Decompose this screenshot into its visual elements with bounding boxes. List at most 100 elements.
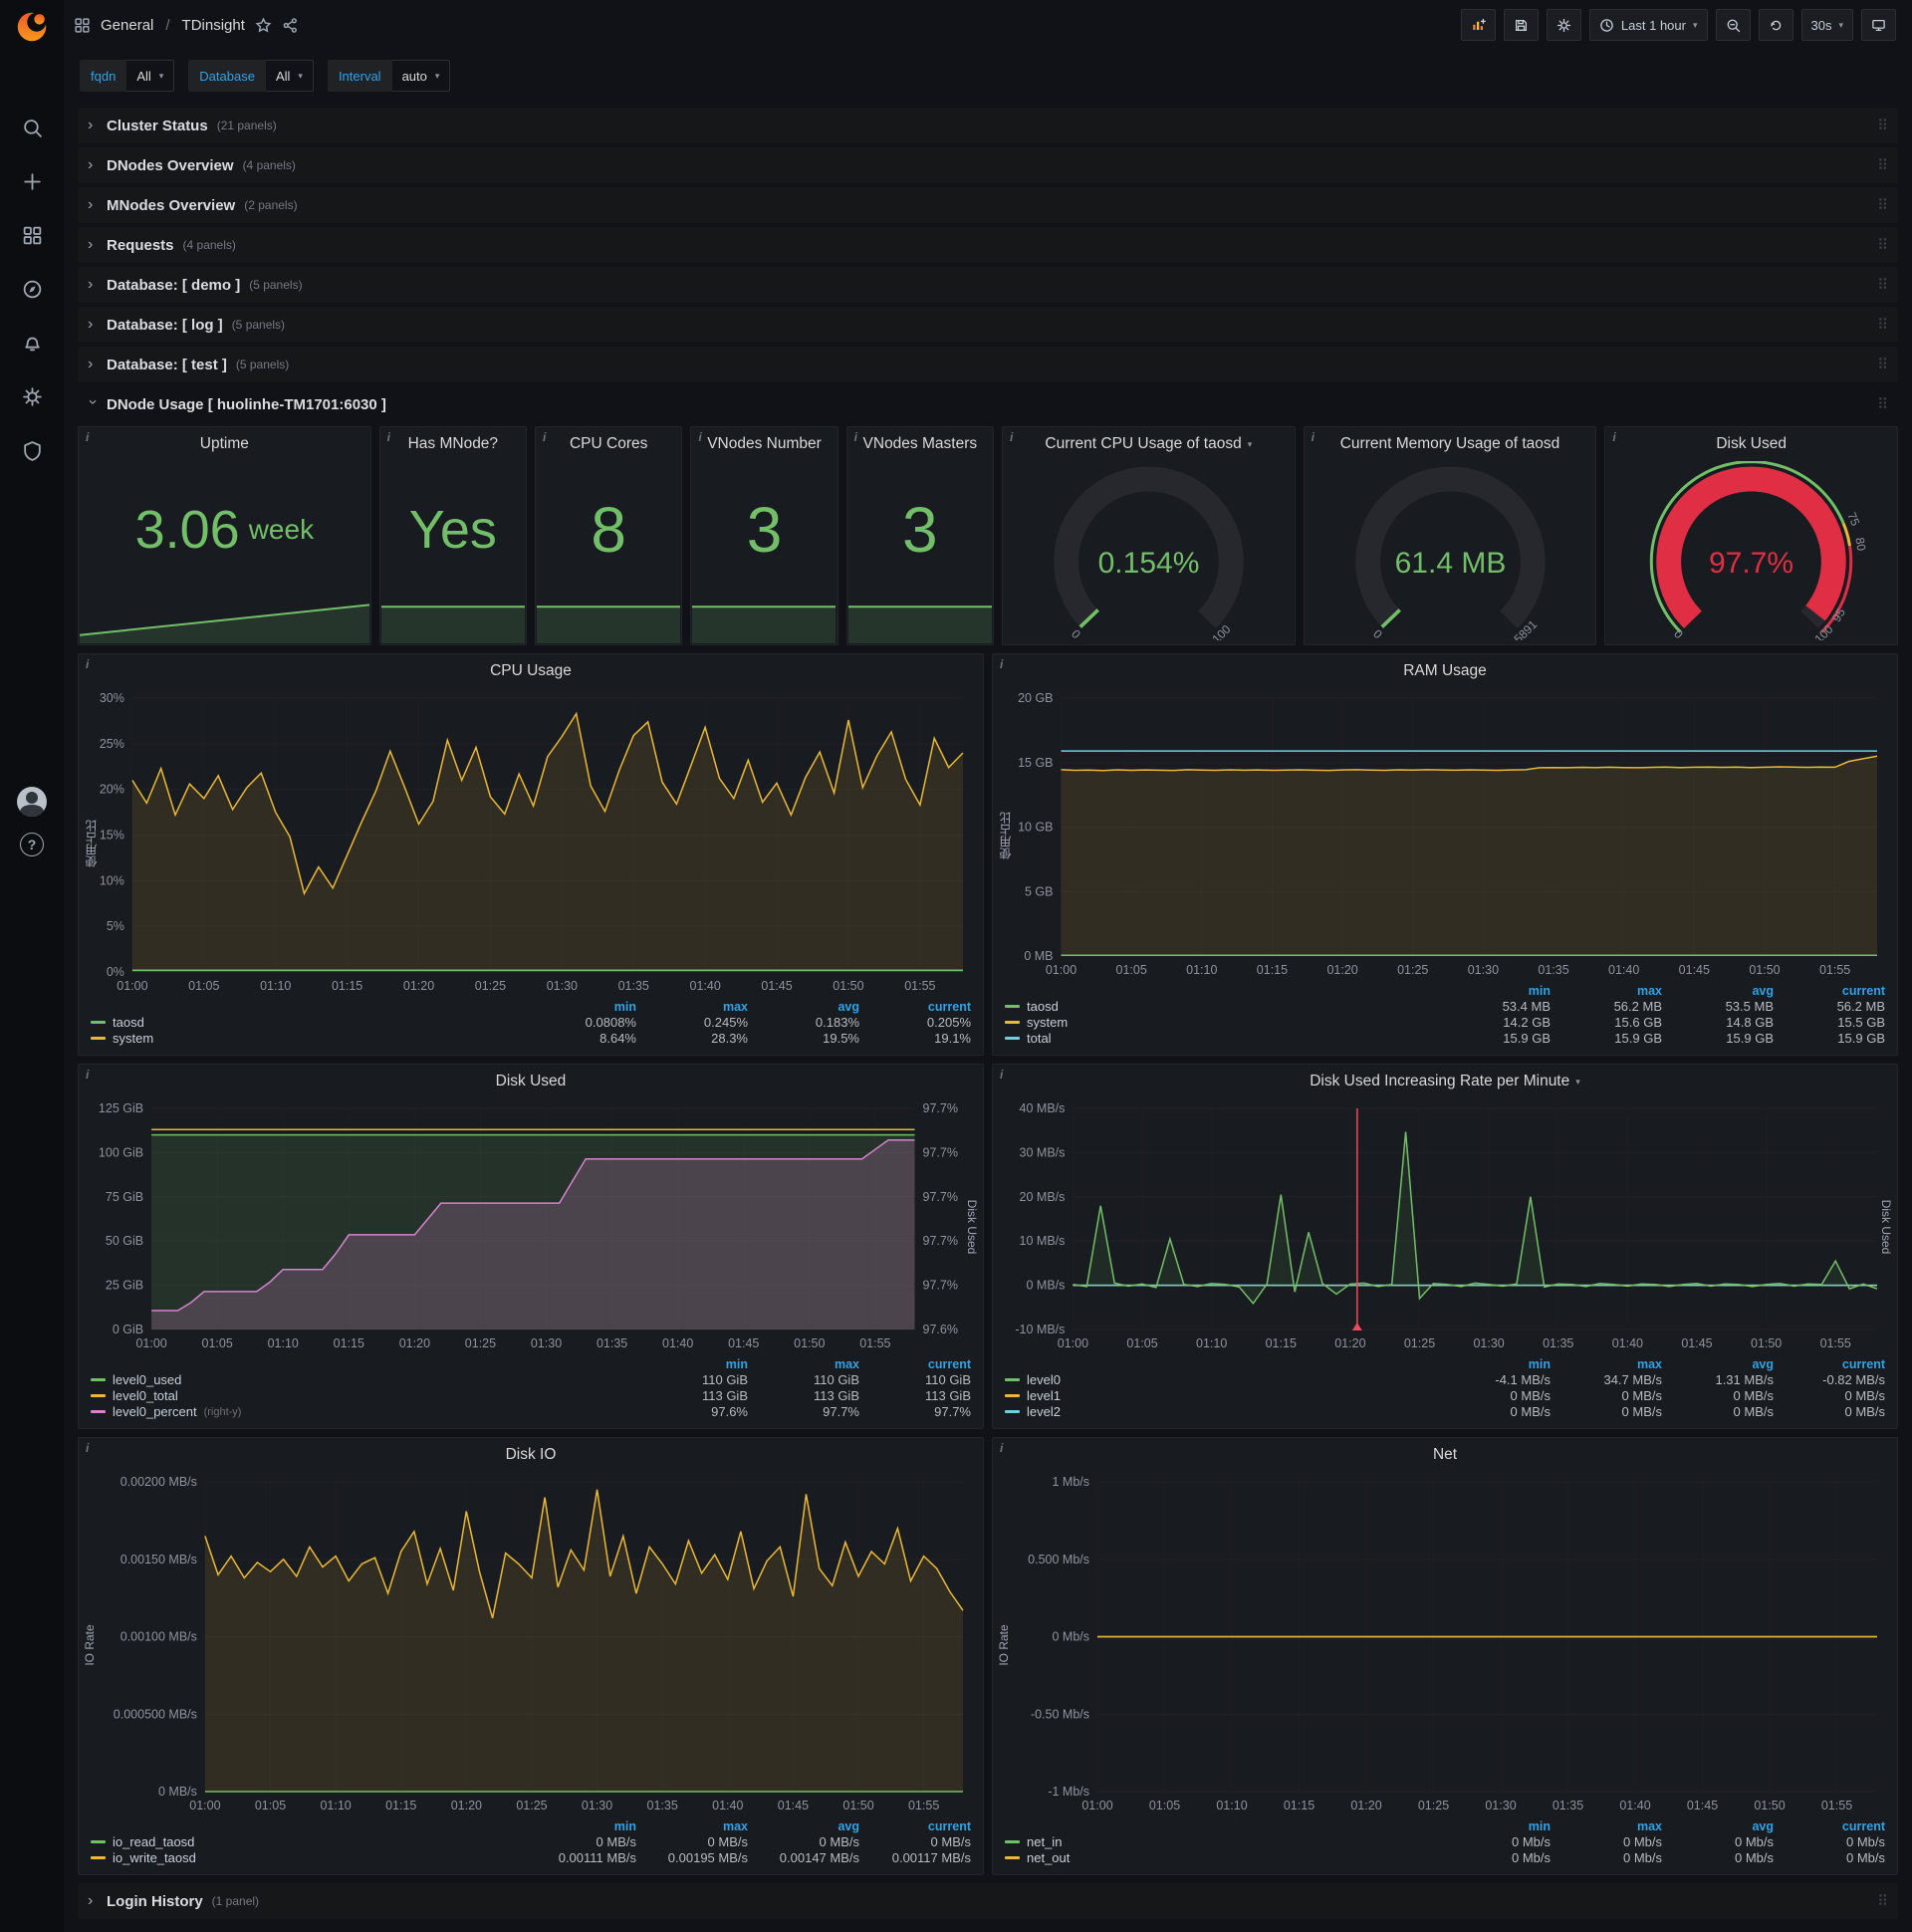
panel-header[interactable]: i RAM Usage	[993, 654, 1897, 688]
refresh-interval-button[interactable]: 30s ▾	[1800, 9, 1853, 41]
chart-canvas[interactable]: 01:00 01:05 01:10 01:15 01:20 01:25 01:30 01:35…	[83, 1098, 979, 1355]
time-range-picker[interactable]: Last 1 hour ▾	[1588, 9, 1708, 41]
row-drag-handle[interactable]: ⠿	[1877, 236, 1888, 254]
panel-header[interactable]: i Disk IO	[79, 1438, 983, 1472]
legend-series[interactable]: net_in	[1005, 1834, 1439, 1849]
row-drag-handle[interactable]: ⠿	[1877, 1892, 1888, 1910]
grafana-logo[interactable]	[0, 0, 64, 52]
legend-col-header[interactable]: avg	[748, 1000, 859, 1014]
legend-col-header[interactable]: max	[636, 1000, 748, 1014]
panel-header[interactable]: i Net	[993, 1438, 1897, 1472]
chart-canvas[interactable]: 01:00 01:05 01:10 01:15 01:20 01:25 01:30 01:35…	[997, 688, 1893, 982]
row-chevron-icon[interactable]: ›	[88, 276, 98, 294]
legend-series[interactable]: total	[1005, 1031, 1439, 1046]
panel-info-icon[interactable]: i	[854, 430, 857, 444]
dashboard-row[interactable]: › Database: [ demo ] (5 panels) ⠿	[78, 267, 1898, 303]
legend-col-header[interactable]: current	[1774, 984, 1885, 998]
panel-header[interactable]: i Current CPU Usage of taosd ▾	[1003, 427, 1295, 461]
create-plus-icon[interactable]	[10, 161, 54, 201]
legend-col-header[interactable]: current	[859, 1357, 971, 1371]
legend-col-header[interactable]: min	[525, 1000, 636, 1014]
explore-compass-icon[interactable]	[10, 269, 54, 309]
panel-info-icon[interactable]: i	[698, 430, 701, 444]
legend-series[interactable]: level0_total	[91, 1388, 636, 1403]
legend-col-header[interactable]: min	[525, 1819, 636, 1833]
legend-series[interactable]: taosd	[91, 1015, 525, 1030]
legend-col-header[interactable]: max	[1551, 1357, 1662, 1371]
panel-header[interactable]: i VNodes Masters	[847, 427, 993, 461]
legend-col-header[interactable]: min	[1439, 1357, 1551, 1371]
dashboard-row[interactable]: › Login History (1 panel) ⠿	[78, 1883, 1898, 1919]
legend-col-header[interactable]: avg	[748, 1819, 859, 1833]
legend-col-header[interactable]: avg	[1662, 984, 1774, 998]
variable-value-dropdown[interactable]: All ▾	[126, 60, 175, 92]
legend-series[interactable]: io_write_taosd	[91, 1850, 525, 1865]
legend-col-header[interactable]: current	[859, 1819, 971, 1833]
panel-header[interactable]: i Current Memory Usage of taosd	[1305, 427, 1596, 461]
panel-info-icon[interactable]: i	[1612, 430, 1615, 444]
variable-value-dropdown[interactable]: auto ▾	[391, 60, 451, 92]
panel-header[interactable]: i Disk Used Increasing Rate per Minute ▾	[993, 1065, 1897, 1098]
panel-info-icon[interactable]: i	[86, 657, 89, 671]
row-chevron-icon[interactable]: ›	[84, 399, 102, 409]
security-shield-icon[interactable]	[10, 430, 54, 470]
panel-info-icon[interactable]: i	[1000, 657, 1003, 671]
configuration-gear-icon[interactable]	[10, 376, 54, 416]
row-drag-handle[interactable]: ⠿	[1877, 395, 1888, 413]
panel-info-icon[interactable]: i	[1010, 430, 1013, 444]
legend-col-header[interactable]: min	[1439, 1819, 1551, 1833]
breadcrumb-page[interactable]: TDinsight	[182, 17, 245, 34]
panel-info-icon[interactable]: i	[387, 430, 390, 444]
legend-series[interactable]: system	[91, 1031, 525, 1046]
dashboard-row[interactable]: › MNodes Overview (2 panels) ⠿	[78, 187, 1898, 223]
panel-info-icon[interactable]: i	[1312, 430, 1314, 444]
panel-header[interactable]: i CPU Cores	[536, 427, 681, 461]
cycle-view-button[interactable]	[1861, 9, 1896, 41]
refresh-button[interactable]	[1758, 9, 1793, 41]
panel-info-icon[interactable]: i	[86, 430, 89, 444]
legend-col-header[interactable]: current	[859, 1000, 971, 1014]
dashboard-row[interactable]: › Requests (4 panels) ⠿	[78, 227, 1898, 263]
dashboard-row[interactable]: › Database: [ test ] (5 panels) ⠿	[78, 347, 1898, 382]
panel-info-icon[interactable]: i	[543, 430, 546, 444]
panel-info-icon[interactable]: i	[1000, 1441, 1003, 1455]
legend-series[interactable]: io_read_taosd	[91, 1834, 525, 1849]
legend-col-header[interactable]: min	[1439, 984, 1551, 998]
legend-series[interactable]: level0	[1005, 1372, 1439, 1387]
chart-canvas[interactable]: 01:00 01:05 01:10 01:15 01:20 01:25 01:30 01:35…	[997, 1472, 1893, 1817]
star-icon[interactable]	[255, 16, 272, 34]
dashboard-row[interactable]: › Database: [ log ] (5 panels) ⠿	[78, 307, 1898, 343]
legend-series[interactable]: net_out	[1005, 1850, 1439, 1865]
row-chevron-icon[interactable]: ›	[88, 236, 98, 254]
panel-header[interactable]: i Uptime	[79, 427, 370, 461]
row-chevron-icon[interactable]: ›	[88, 196, 98, 214]
row-drag-handle[interactable]: ⠿	[1877, 156, 1888, 174]
dashboards-grid-icon[interactable]	[74, 17, 91, 34]
chart-canvas[interactable]: 01:00 01:05 01:10 01:15 01:20 01:25 01:30 01:35…	[83, 1472, 979, 1817]
panel-header[interactable]: i CPU Usage	[79, 654, 983, 688]
share-icon[interactable]	[282, 17, 299, 34]
row-chevron-icon[interactable]: ›	[88, 117, 98, 134]
legend-col-header[interactable]: min	[636, 1357, 748, 1371]
search-icon[interactable]	[10, 108, 54, 147]
dashboards-icon[interactable]	[10, 215, 54, 255]
panel-info-icon[interactable]: i	[1000, 1068, 1003, 1082]
zoom-out-button[interactable]	[1715, 9, 1751, 41]
legend-series[interactable]: taosd	[1005, 999, 1439, 1014]
legend-col-header[interactable]: max	[1551, 1819, 1662, 1833]
row-drag-handle[interactable]: ⠿	[1877, 196, 1888, 214]
variable-value-dropdown[interactable]: All ▾	[265, 60, 314, 92]
dashboard-row[interactable]: › Cluster Status (21 panels) ⠿	[78, 108, 1898, 143]
panel-header[interactable]: i VNodes Number	[691, 427, 836, 461]
breadcrumb-section[interactable]: General	[101, 17, 153, 34]
panel-header[interactable]: i Disk Used	[1605, 427, 1897, 461]
legend-col-header[interactable]: max	[636, 1819, 748, 1833]
row-chevron-icon[interactable]: ›	[88, 156, 98, 174]
legend-series[interactable]: level0_percent (right-y)	[91, 1404, 636, 1419]
row-chevron-icon[interactable]: ›	[88, 1892, 98, 1910]
legend-series[interactable]: system	[1005, 1015, 1439, 1030]
row-dnode-usage[interactable]: › DNode Usage [ huolinhe-TM1701:6030 ] ⠿	[78, 386, 1898, 422]
add-panel-button[interactable]	[1460, 9, 1496, 41]
panel-header[interactable]: i Disk Used	[79, 1065, 983, 1098]
chart-canvas[interactable]: 01:00 01:05 01:10 01:15 01:20 01:25 01:30 01:35…	[83, 688, 979, 998]
